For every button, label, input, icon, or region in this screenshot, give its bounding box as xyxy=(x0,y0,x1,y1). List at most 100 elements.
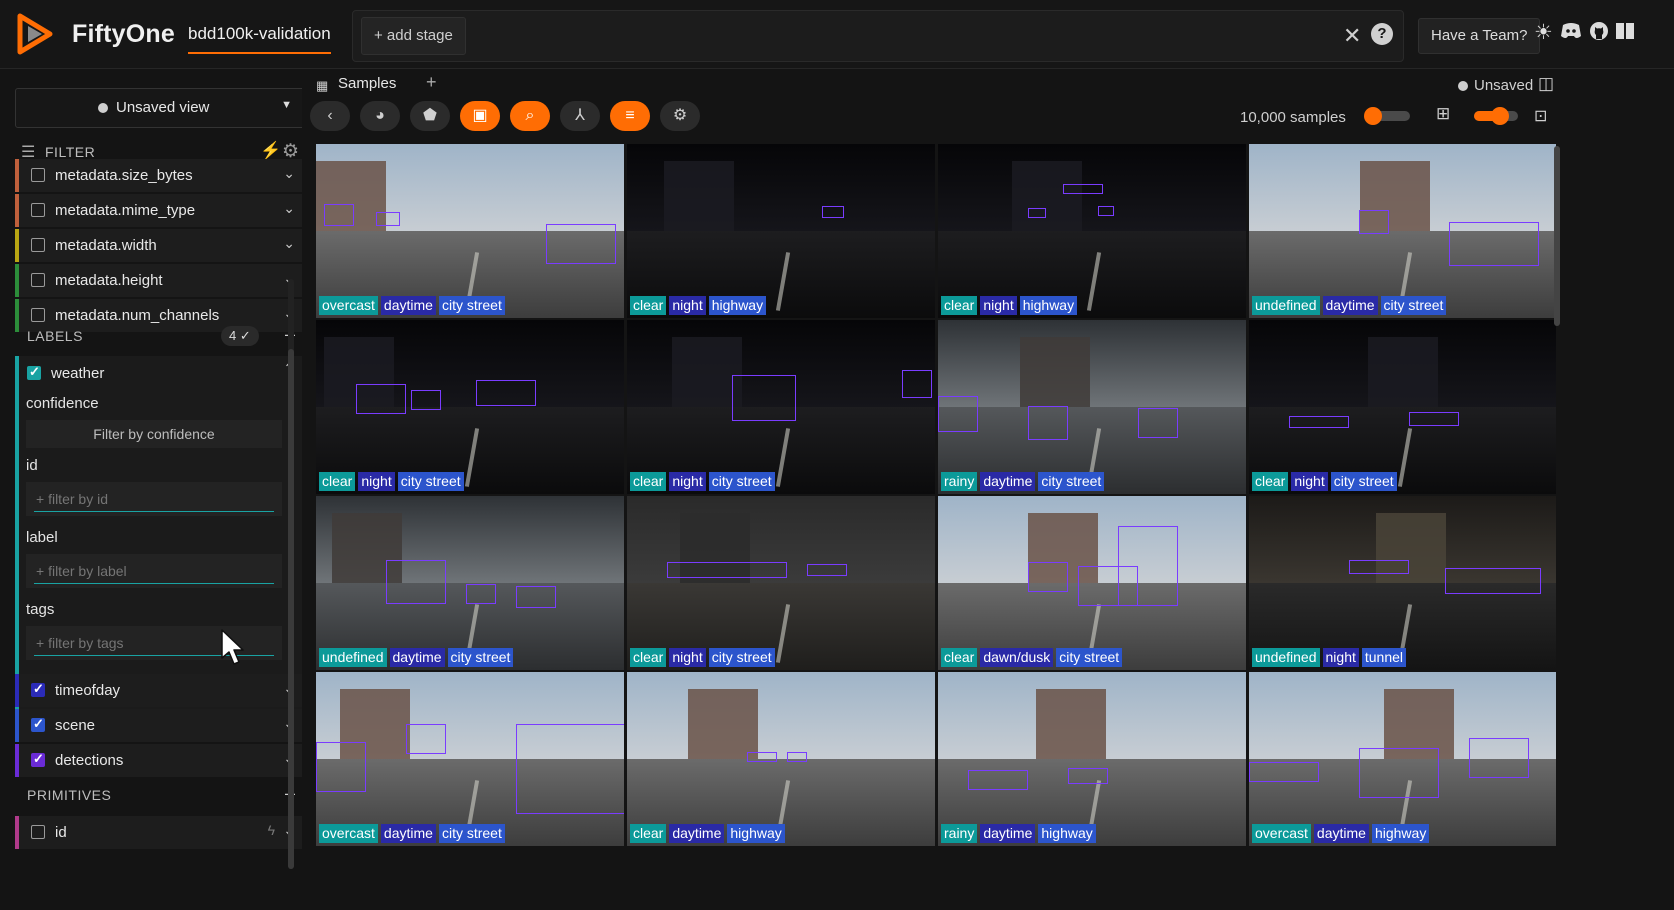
field-checkbox[interactable] xyxy=(31,238,45,252)
theme-sun-icon[interactable]: ☀ xyxy=(1534,20,1553,45)
add-stage-button[interactable]: + add stage xyxy=(361,17,466,55)
samples-grid-icon: ▦ xyxy=(316,78,329,93)
filter-by-id-field[interactable] xyxy=(26,482,282,516)
sample-tile[interactable]: overcast daytime city street xyxy=(316,672,624,846)
dataset-selector[interactable]: bdd100k-validation xyxy=(188,24,331,54)
zoom-slider-knob[interactable] xyxy=(1363,107,1382,125)
timeofday-tag: daytime xyxy=(380,296,436,315)
weather-checkbox[interactable] xyxy=(27,364,41,380)
sample-tile[interactable]: clear night city street xyxy=(316,320,624,494)
sample-label-tags: overcast daytime city street xyxy=(319,296,505,315)
fiftyone-logo-icon[interactable] xyxy=(14,12,58,56)
sample-tile[interactable]: clear night city street xyxy=(627,320,935,494)
field-checkbox[interactable] xyxy=(31,751,45,767)
detection-bounding-box xyxy=(356,384,406,414)
weather-tag: rainy xyxy=(941,824,978,843)
field-checkbox[interactable] xyxy=(31,716,45,732)
sample-image-sky xyxy=(627,672,935,759)
sidebar-field-row[interactable]: detections ⌄ xyxy=(15,744,305,777)
sample-image-building xyxy=(680,513,750,592)
sample-tile[interactable]: rainy daytime city street xyxy=(938,320,1246,494)
filter-by-id-input[interactable] xyxy=(36,488,272,510)
field-checkbox[interactable] xyxy=(31,825,45,839)
sample-tile[interactable]: clear night highway xyxy=(938,144,1246,318)
chevron-down-icon[interactable]: ⌄ xyxy=(283,235,295,252)
scene-tag: highway xyxy=(1371,824,1430,843)
lightning-bolt-icon[interactable]: ⚡ xyxy=(260,141,281,161)
labels-count-pill[interactable]: 4 ✓ xyxy=(221,326,259,346)
timeofday-tag: daytime xyxy=(980,472,1036,491)
sample-tile[interactable]: overcast daytime city street xyxy=(316,144,624,318)
settings-gear-icon[interactable]: ⚙ xyxy=(660,101,700,131)
sample-tile[interactable]: clear night highway xyxy=(627,144,935,318)
back-chevron-icon[interactable]: ‹ xyxy=(310,101,350,131)
tab-samples[interactable]: Samples xyxy=(338,75,396,92)
grid-scrollbar-thumb[interactable] xyxy=(1554,146,1560,326)
sort-list-icon[interactable]: ≡ xyxy=(610,101,650,131)
sample-tile[interactable]: undefined daytime city street xyxy=(316,496,624,670)
sidebar-field-row[interactable]: timeofday ⌄ xyxy=(15,674,305,707)
sidebar-scrollbar-thumb[interactable] xyxy=(288,349,294,869)
sample-tile[interactable]: rainy daytime highway xyxy=(938,672,1246,846)
sample-tile[interactable]: clear daytime highway xyxy=(627,672,935,846)
sample-tile[interactable]: clear night city street xyxy=(627,496,935,670)
grid-size-slider-knob[interactable] xyxy=(1491,107,1510,125)
docs-book-icon[interactable] xyxy=(1615,22,1635,40)
saved-view-selector[interactable]: Unsaved view ▼ xyxy=(15,88,305,128)
help-icon[interactable]: ? xyxy=(1371,23,1393,45)
scene-tag: city street xyxy=(1038,472,1105,491)
detection-bounding-box xyxy=(822,206,844,218)
sidebar-field-row[interactable]: id ϟ ⌄ xyxy=(15,816,305,849)
weather-label[interactable]: weather xyxy=(51,365,104,382)
sidebar-field-row[interactable]: scene ⌄ xyxy=(15,709,305,742)
github-icon[interactable] xyxy=(1589,21,1609,41)
weather-tag: rainy xyxy=(941,472,978,491)
sidebar-field-row[interactable]: metadata.height ⌄ xyxy=(15,264,305,297)
sample-tile[interactable]: undefined night tunnel xyxy=(1249,496,1556,670)
detection-bounding-box xyxy=(1359,210,1389,234)
expand-view-icon[interactable]: ⊡ xyxy=(1534,106,1547,126)
grid-size-slider[interactable] xyxy=(1474,107,1518,125)
sample-tile[interactable]: clear night city street xyxy=(1249,320,1556,494)
filter-by-label-field[interactable] xyxy=(26,554,282,588)
zoom-slider[interactable] xyxy=(1363,107,1410,125)
add-panel-plus-icon[interactable]: + xyxy=(426,72,437,93)
sample-tile[interactable]: undefined daytime city street xyxy=(1249,144,1556,318)
labels-section-header[interactable]: LABELS 4 ✓ – xyxy=(15,321,305,351)
patches-icon[interactable]: ▣ xyxy=(460,101,500,131)
confidence-label: confidence xyxy=(26,395,99,412)
chevron-down-icon[interactable]: ⌄ xyxy=(283,200,295,217)
branch-merge-icon[interactable]: ⅄ xyxy=(560,101,600,131)
filter-by-confidence-button[interactable]: Filter by confidence xyxy=(26,420,282,448)
field-checkbox[interactable] xyxy=(31,203,45,217)
field-checkbox[interactable] xyxy=(31,168,45,182)
split-panel-icon[interactable]: ◫ xyxy=(1538,74,1554,94)
timeofday-tag: night xyxy=(669,296,706,315)
field-checkbox[interactable] xyxy=(31,681,45,697)
sidebar-field-row[interactable]: metadata.mime_type ⌄ xyxy=(15,194,305,227)
tab-bar: ▦ Samples + Unsaved ◫ xyxy=(302,69,1674,101)
sample-tile[interactable]: clear dawn/dusk city street xyxy=(938,496,1246,670)
unsaved-status-dot xyxy=(1458,81,1468,91)
samples-grid: overcast daytime city street clear night… xyxy=(316,144,1556,852)
have-a-team-button[interactable]: Have a Team? xyxy=(1418,18,1541,54)
weather-tag: clear xyxy=(319,472,356,491)
sample-label-tags: clear night city street xyxy=(630,648,775,667)
detection-bounding-box xyxy=(968,770,1028,790)
color-palette-icon[interactable]: ◕ xyxy=(360,101,400,131)
discord-icon[interactable] xyxy=(1560,22,1582,40)
sidebar-field-row[interactable]: metadata.width ⌄ xyxy=(15,229,305,262)
field-checkbox[interactable] xyxy=(31,308,45,322)
filter-by-label-input[interactable] xyxy=(36,560,272,582)
tag-icon[interactable]: ⬟ xyxy=(410,101,450,131)
search-similarity-icon[interactable]: ⌕ xyxy=(510,101,550,131)
primitives-section-header[interactable]: PRIMITIVES – xyxy=(15,780,305,810)
field-checkbox[interactable] xyxy=(31,273,45,287)
view-stage-bar[interactable]: + add stage ✕ ? xyxy=(352,10,1404,62)
sample-tile[interactable]: overcast daytime highway xyxy=(1249,672,1556,846)
clear-view-close-icon[interactable]: ✕ xyxy=(1343,23,1361,49)
section-title: PRIMITIVES xyxy=(27,787,112,803)
grid-view-icon[interactable]: ⊞ xyxy=(1436,104,1450,124)
chevron-down-icon[interactable]: ⌄ xyxy=(283,165,295,182)
sidebar-field-row[interactable]: metadata.size_bytes ⌄ xyxy=(15,159,305,192)
